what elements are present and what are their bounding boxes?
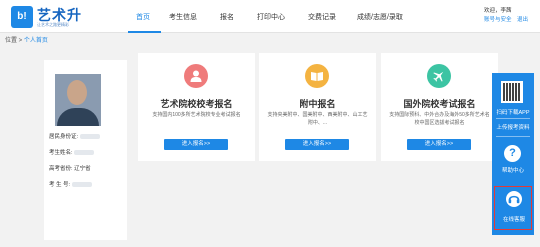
account-security-link[interactable]: 账号与安全: [484, 17, 512, 23]
logo[interactable]: b! 艺术升 让艺术之路更精彩: [11, 5, 103, 29]
card-affiliated-school-registration: 附中报名 支持央美附中、国美附中、西美附中、山工艺附中、... 进入报名>>: [259, 53, 376, 161]
user-panel: 欢迎，李茜 账号与安全 退出: [484, 7, 528, 25]
breadcrumb-home[interactable]: 个人首页: [24, 38, 48, 44]
nav-registration[interactable]: 报名: [220, 12, 234, 22]
logo-mark: b!: [11, 6, 33, 28]
avatar: [55, 74, 101, 126]
card-title: 国外院校考试报名: [403, 99, 476, 109]
nav-print-center[interactable]: 打印中心: [257, 12, 285, 22]
card-title: 艺术院校校考报名: [160, 99, 233, 109]
id-card-label: 居民身份证:: [49, 134, 79, 140]
id-card-value: [79, 134, 100, 140]
nav-scores-admission[interactable]: 成绩/志愿/录取: [357, 12, 403, 22]
upload-materials-link[interactable]: 上传报考资料: [492, 123, 534, 131]
id-card-row: 居民身份证:: [49, 132, 100, 140]
download-app-link[interactable]: 扫码下载APP: [492, 108, 534, 116]
floating-sidebar: 扫码下载APP 上传报考资料 ? 帮助中心 在线客服: [492, 73, 534, 235]
plane-icon: [427, 64, 451, 88]
card-description: 支持国内100多所艺术院校专业考试报名: [152, 112, 241, 118]
card-description: 支持国际预科、中外合办及海外50多所艺术名校中国区选拔考试报名: [389, 112, 490, 126]
exam-number-value: [71, 182, 92, 188]
card-title: 附中报名: [299, 99, 336, 109]
name-row: 考生姓名:: [49, 148, 95, 156]
card-art-school-registration: 艺术院校校考报名 支持国内100多所艺术院校专业考试报名 进入报名>>: [138, 53, 255, 161]
help-center-link[interactable]: 帮助中心: [492, 166, 534, 174]
province-row: 高考省份: 辽宁省: [49, 164, 91, 172]
user-icon: [184, 64, 208, 88]
card-description: 支持央美附中、国美附中、西美附中、山工艺附中、...: [267, 112, 368, 126]
qr-code-icon: [501, 81, 523, 103]
logout-link[interactable]: 退出: [517, 17, 528, 23]
exam-number-label: 考 生 号:: [49, 182, 71, 188]
online-service-label: 在线客服: [502, 217, 525, 223]
nav-student-info[interactable]: 考生信息: [169, 12, 197, 22]
help-icon[interactable]: ?: [504, 145, 521, 162]
headset-icon: [506, 191, 522, 207]
user-greeting: 欢迎，李茜: [484, 8, 512, 14]
online-service-button[interactable]: 在线客服: [494, 186, 532, 230]
book-icon: [305, 64, 329, 88]
province-label: 高考省份:: [49, 166, 73, 172]
breadcrumb: 位置 > 个人首页: [5, 35, 48, 44]
enter-registration-button[interactable]: 进入报名>>: [164, 139, 228, 150]
name-value: [74, 150, 95, 156]
enter-registration-button[interactable]: 进入报名>>: [285, 139, 349, 150]
card-overseas-school-registration: 国外院校考试报名 支持国际预科、中外合办及海外50多所艺术名校中国区选拔考试报名…: [381, 53, 498, 161]
breadcrumb-prefix: 位置 >: [5, 38, 24, 44]
nav-active-indicator: [128, 31, 161, 33]
enter-registration-button[interactable]: 进入报名>>: [407, 139, 471, 150]
province-value: 辽宁省: [74, 166, 91, 172]
nav-home[interactable]: 首页: [136, 12, 150, 22]
top-bar: b! 艺术升 让艺术之路更精彩 首页 考生信息 报名 打印中心 交费记录 成绩/…: [0, 0, 540, 33]
profile-panel: 居民身份证: 考生姓名: 高考省份: 辽宁省 考 生 号:: [44, 60, 127, 240]
logo-tagline: 让艺术之路更精彩: [37, 22, 69, 27]
exam-number-row: 考 生 号:: [49, 180, 92, 188]
nav-payment-records[interactable]: 交费记录: [308, 12, 336, 22]
name-label: 考生姓名:: [49, 150, 73, 156]
